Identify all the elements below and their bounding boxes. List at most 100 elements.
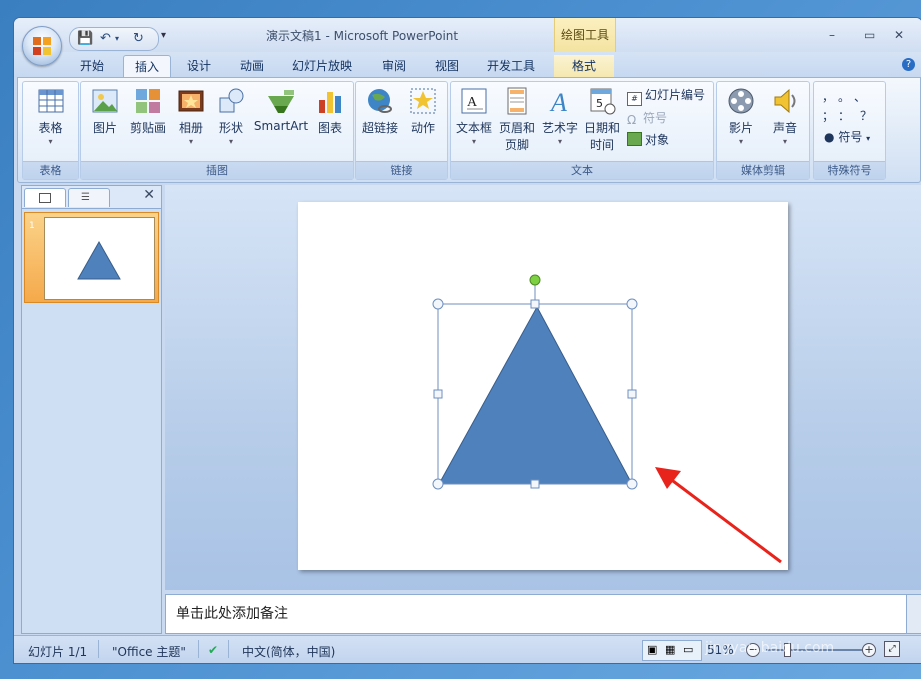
triangle-shape[interactable] (438, 305, 633, 485)
group-links: 超链接 动作 链接 (355, 81, 448, 180)
slide-thumbnail-selected[interactable]: 1 (24, 212, 159, 303)
minimize-button[interactable]: – (829, 28, 835, 42)
picture-icon (90, 86, 120, 116)
chart-icon (315, 86, 345, 116)
film-reel-icon (726, 86, 756, 116)
slideshow-view-icon[interactable]: ▭ (683, 643, 693, 656)
group-special-symbols: ，。、 ；：？ ● 符号 ▾ 特殊符号 (813, 81, 886, 180)
slides-pane-tabs: ☰ ✕ (22, 186, 161, 209)
status-language[interactable]: 中文(简体，中国) (242, 643, 335, 660)
dropdown-arrow-icon: ▾ (738, 137, 743, 146)
undo-icon[interactable]: ↶ (100, 31, 111, 46)
table-button[interactable]: 表格 ▾ (23, 86, 78, 146)
svg-text:5: 5 (596, 97, 603, 110)
ribbon: 表格 ▾ 表格 图片 剪贴画 相册 ▾ 形状 ▾ SmartArt 图表 插图 … (17, 77, 921, 183)
resize-handle-top-right[interactable] (626, 298, 638, 310)
tab-design[interactable]: 设计 (179, 55, 219, 77)
redo-icon[interactable]: ↻ (133, 31, 144, 46)
shapes-button[interactable]: 形状 ▾ (211, 86, 251, 146)
smartart-button[interactable]: SmartArt (253, 86, 309, 133)
group-media: 影片 ▾ 声音 ▾ 媒体剪辑 (716, 81, 810, 180)
spellcheck-icon[interactable]: ✔ (208, 643, 218, 657)
tab-slideshow[interactable]: 幻灯片放映 (286, 55, 358, 77)
notes-placeholder: 单击此处添加备注 (176, 606, 288, 622)
textbox-icon: A (459, 86, 489, 116)
pane-close-button[interactable]: ✕ (143, 187, 155, 203)
special-symbol-button[interactable]: ● 符号 ▾ (824, 128, 870, 145)
office-button[interactable] (22, 26, 62, 66)
dropdown-arrow-icon: ▾ (782, 137, 787, 146)
movie-button[interactable]: 影片 ▾ (719, 86, 763, 146)
tab-format[interactable]: 格式 (554, 55, 614, 77)
tab-review[interactable]: 审阅 (374, 55, 414, 77)
tab-animations[interactable]: 动画 (232, 55, 272, 77)
drawing-tools-context-label: 绘图工具 (554, 18, 616, 52)
omega-icon: Ω (627, 113, 637, 127)
object-icon (627, 132, 642, 146)
undo-dropdown-icon[interactable]: ▾ (115, 34, 119, 43)
notes-scrollbar[interactable] (906, 594, 921, 634)
punctuation-row-2[interactable]: ；：？ (822, 107, 882, 124)
resize-handle-left[interactable] (433, 389, 443, 399)
hyperlink-button[interactable]: 超链接 (358, 86, 402, 136)
slides-tab[interactable] (24, 188, 66, 207)
resize-handle-right[interactable] (627, 389, 637, 399)
window-title: 演示文稿1 - Microsoft PowerPoint (266, 29, 459, 43)
resize-handle-bottom[interactable] (530, 479, 540, 489)
slide-sorter-icon[interactable]: ▦ (665, 643, 675, 656)
wordart-button[interactable]: A 艺术字 ▾ (539, 86, 581, 146)
header-footer-button[interactable]: 页眉和 页脚 (495, 86, 539, 153)
status-divider (198, 640, 199, 658)
picture-button[interactable]: 图片 (85, 86, 125, 136)
resize-handle-top-left[interactable] (432, 298, 444, 310)
slide-number-icon: # (627, 92, 642, 106)
rotation-handle[interactable] (529, 274, 541, 286)
chart-button[interactable]: 图表 (311, 86, 349, 136)
slide-thumbnail (44, 217, 155, 300)
group-label-text: 文本 (451, 161, 713, 179)
punctuation-row-1[interactable]: ，。、 (822, 88, 876, 105)
group-label-links: 链接 (356, 161, 447, 179)
svg-text:A: A (467, 95, 478, 110)
save-icon[interactable]: 💾 (77, 31, 93, 46)
resize-handle-bottom-left[interactable] (432, 478, 444, 490)
symbol-button[interactable]: Ω 符号 (627, 109, 667, 127)
group-label-table: 表格 (23, 161, 78, 179)
table-icon (36, 86, 66, 116)
calendar-clock-icon: 5 (587, 86, 617, 116)
restore-button[interactable]: ▭ (864, 28, 875, 42)
group-label-media: 媒体剪辑 (717, 161, 809, 179)
tab-view[interactable]: 视图 (427, 55, 467, 77)
red-annotation-arrow (655, 467, 782, 564)
fit-to-window-icon[interactable]: ⤢ (884, 641, 900, 657)
zoom-in-icon[interactable]: + (862, 643, 876, 657)
status-divider (98, 640, 99, 658)
watermark-logo: Bai 经验 (705, 606, 796, 631)
sound-button[interactable]: 声音 ▾ (763, 86, 807, 146)
object-button[interactable]: 对象 (627, 131, 669, 148)
thumbnail-triangle-shape (77, 240, 121, 280)
photo-album-button[interactable]: 相册 ▾ (171, 86, 211, 146)
action-button[interactable]: 动作 (402, 86, 444, 136)
wordart-icon: A (545, 86, 575, 117)
tab-developer[interactable]: 开发工具 (481, 55, 541, 77)
textbox-button[interactable]: A 文本框 ▾ (453, 86, 495, 146)
outline-tab[interactable]: ☰ (68, 188, 110, 207)
status-theme[interactable]: "Office 主题" (112, 643, 186, 660)
group-illustrations: 图片 剪贴画 相册 ▾ 形状 ▾ SmartArt 图表 插图 (80, 81, 354, 180)
resize-handle-top[interactable] (530, 299, 540, 309)
slide-number-button[interactable]: # 幻灯片编号 (627, 86, 705, 106)
datetime-button[interactable]: 5 日期和 时间 (581, 86, 623, 153)
group-label-illustrations: 插图 (81, 161, 353, 179)
close-button[interactable]: ✕ (894, 28, 904, 42)
help-icon[interactable]: ? (902, 58, 915, 71)
dropdown-arrow-icon: ▾ (228, 137, 233, 146)
office-logo-icon (33, 37, 51, 55)
clipart-button[interactable]: 剪贴画 (125, 86, 171, 136)
customize-qat-icon[interactable]: ▾ (161, 30, 166, 41)
tab-home[interactable]: 开始 (72, 55, 112, 77)
normal-view-icon[interactable]: ▣ (647, 643, 657, 656)
resize-handle-bottom-right[interactable] (626, 478, 638, 490)
outline-icon: ☰ (81, 192, 90, 203)
tab-insert[interactable]: 插入 (123, 55, 171, 78)
